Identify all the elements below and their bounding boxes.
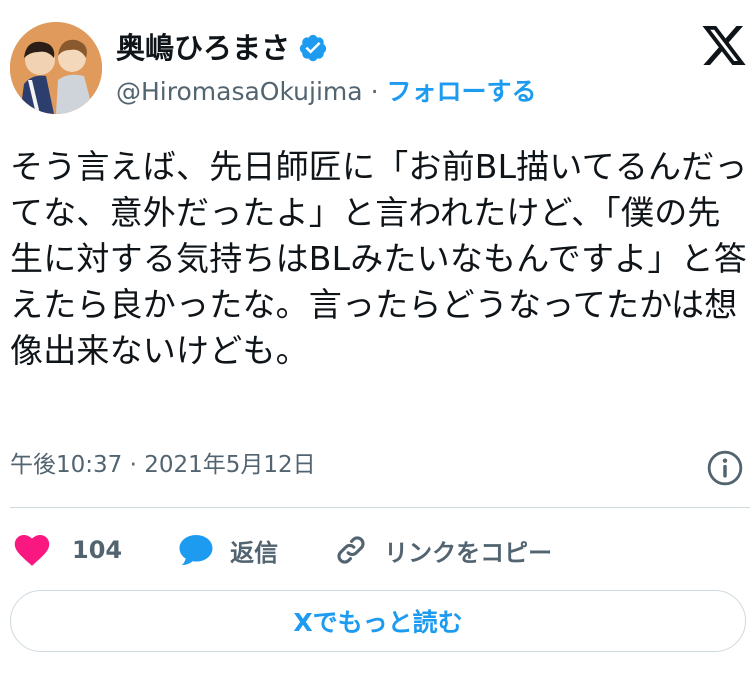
action-bar: 104 返信 リンクをコピー xyxy=(14,530,552,570)
divider xyxy=(10,507,750,508)
link-icon xyxy=(337,536,365,564)
read-more-button[interactable]: Xでもっと読む xyxy=(10,590,746,652)
author-handle-row: @HiromasaOkujima · フォローする xyxy=(116,76,537,108)
copy-link-label: リンクをコピー xyxy=(384,538,553,567)
author-handle[interactable]: @HiromasaOkujima xyxy=(116,76,363,108)
tweet-text: そう言えば、先日師匠に「お前BL描いてるんだってな、意外だったよ」と言われたけど… xyxy=(10,147,748,370)
follow-button[interactable]: フォローする xyxy=(387,76,537,108)
reply-label: 返信 xyxy=(230,538,279,567)
reply-button[interactable]: 返信 xyxy=(178,533,278,568)
author-display-name[interactable]: 奥嶋ひろまさ xyxy=(116,30,290,66)
tweet-time: 午後10:37 xyxy=(10,452,123,478)
separator-dot: · xyxy=(370,77,379,106)
tweet-timestamp[interactable]: 午後10:37 · 2021年5月12日 xyxy=(10,450,316,480)
avatar[interactable] xyxy=(10,22,102,114)
tweet-date: 2021年5月12日 xyxy=(144,452,316,478)
like-count: 104 xyxy=(72,536,123,564)
like-button[interactable]: 104 xyxy=(14,533,122,567)
x-logo-icon[interactable] xyxy=(700,26,748,70)
reply-bubble-icon xyxy=(179,535,213,566)
heart-icon xyxy=(14,535,50,566)
copy-link-button[interactable]: リンクをコピー xyxy=(334,533,552,568)
verified-badge-icon xyxy=(299,34,327,62)
timestamp-separator: · xyxy=(129,452,137,478)
author-name-row[interactable]: 奥嶋ひろまさ xyxy=(116,30,328,66)
info-icon[interactable] xyxy=(706,449,744,487)
